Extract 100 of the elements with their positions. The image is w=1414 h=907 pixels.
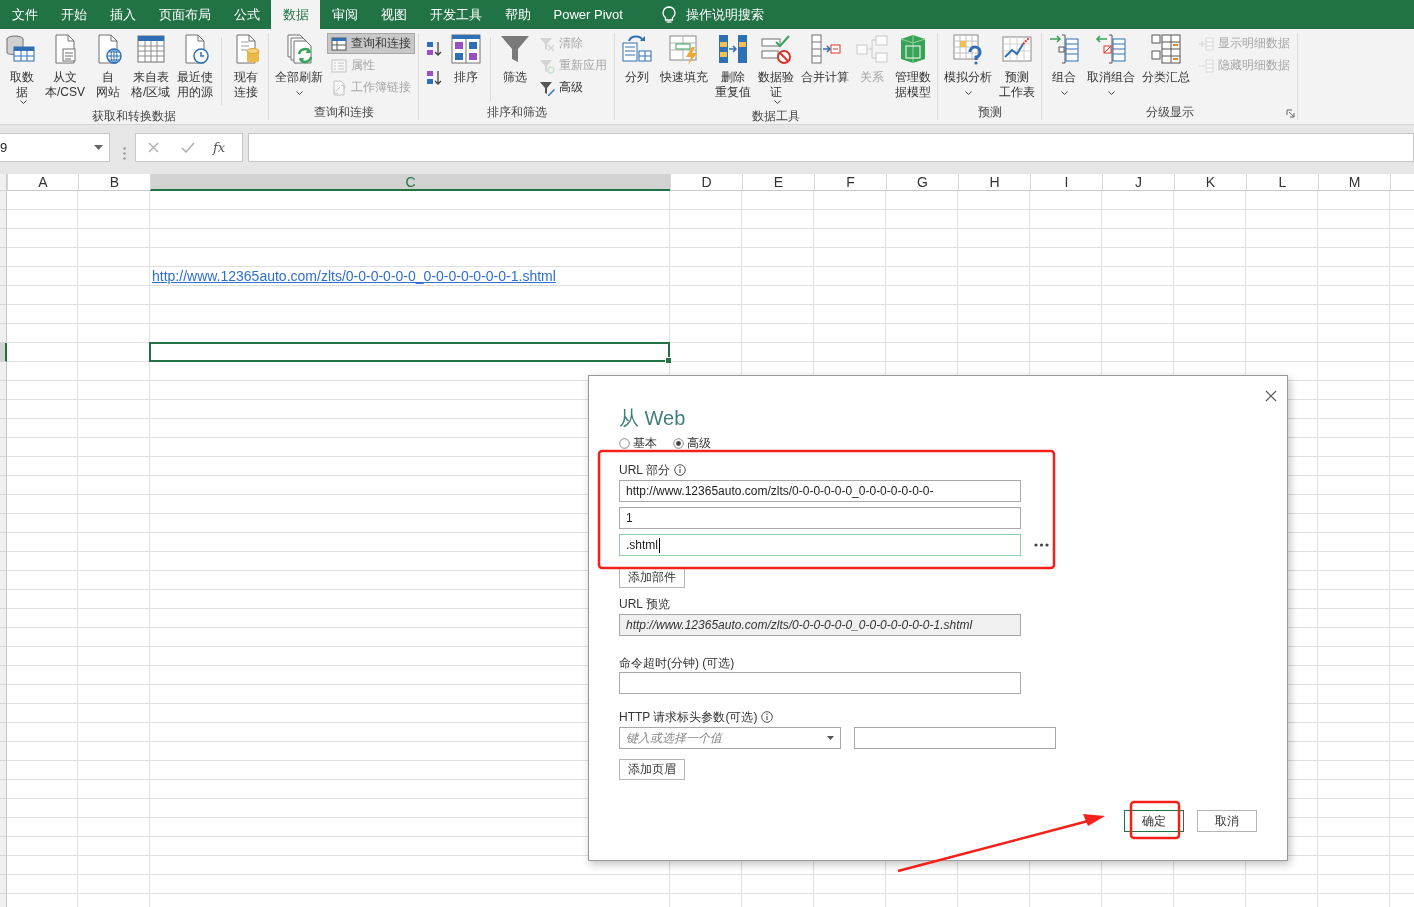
relationships-icon [856, 33, 889, 65]
info-icon [673, 464, 686, 476]
ribbon-button[interactable]: 最近使用的源 [174, 33, 217, 100]
url-part-field[interactable]: http://www.12365auto.com/zlts/0-0-0-0-0-0_0-0-0-0-0-0-0- [619, 480, 1021, 502]
group-label: 数据工具 [752, 109, 801, 124]
add-part-button[interactable]: 添加部件 [619, 567, 685, 588]
ribbon-button[interactable]: 自网站 [89, 33, 127, 100]
selected-cell[interactable] [149, 342, 670, 362]
dropdown-caret-icon [827, 736, 834, 740]
ribbon-button[interactable]: 分列 [618, 33, 657, 85]
sort-icon [450, 33, 483, 65]
ribbon-tab[interactable]: 公式 [222, 0, 271, 29]
column-header[interactable]: L [1246, 174, 1318, 191]
column-header[interactable]: F [814, 174, 886, 191]
ribbon-button[interactable]: 现有连接 [227, 33, 266, 100]
ribbon-button[interactable]: 全部刷新 [272, 33, 327, 95]
ribbon-tab[interactable]: 审阅 [320, 0, 369, 29]
column-header[interactable]: G [886, 174, 958, 191]
close-icon[interactable] [1265, 390, 1277, 402]
lightbulb-icon [662, 5, 677, 24]
check-icon[interactable] [181, 142, 195, 153]
ribbon-button[interactable]: 预测工作表 [996, 33, 1039, 100]
group-label: 查询和连接 [313, 105, 374, 120]
ungroup-icon [1095, 33, 1128, 65]
ribbon-tab[interactable]: Power Pivot [542, 0, 635, 29]
ribbon-button[interactable]: 合并计算 [798, 33, 853, 85]
ribbon-button[interactable]: 查询和连接 [327, 33, 416, 54]
column-header[interactable]: C [150, 174, 670, 191]
ribbon-button[interactable]: 分类汇总 [1139, 33, 1194, 85]
dialog-launcher-icon[interactable] [1286, 109, 1296, 118]
ribbon-button[interactable]: 快速填充 [657, 33, 712, 85]
ribbon-button[interactable]: 模拟分析 [941, 33, 996, 95]
ribbon-button[interactable]: 删除重复值 [712, 33, 755, 100]
name-box[interactable]: 9 [0, 133, 110, 162]
formula-field[interactable] [248, 133, 1414, 162]
ribbon-tab[interactable]: 文件 [0, 0, 49, 29]
sort-descending-icon [426, 69, 443, 86]
more-options-icon[interactable] [1034, 543, 1049, 547]
row-header[interactable] [0, 343, 7, 362]
column-header[interactable]: I [1030, 174, 1102, 191]
column-header[interactable]: M [1318, 174, 1390, 191]
clear-filter-icon [539, 35, 556, 52]
timeout-field[interactable] [619, 672, 1021, 694]
ribbon-button[interactable]: 排序 [447, 33, 486, 85]
ribbon-button[interactable]: 筛选 [496, 33, 535, 85]
remove-duplicates-icon [717, 33, 750, 65]
cancel-button[interactable]: 取消 [1197, 810, 1257, 832]
show-detail-icon [1198, 35, 1215, 52]
ribbon-button[interactable]: 数据验证 [755, 33, 798, 109]
ribbon-tab[interactable]: 页面布局 [147, 0, 222, 29]
ribbon-button[interactable]: 来自表格/区域 [128, 33, 174, 100]
reapply-filter-icon [539, 57, 556, 74]
ribbon-tab[interactable]: 视图 [369, 0, 418, 29]
column-header[interactable]: K [1174, 174, 1246, 191]
subtotal-icon [1150, 33, 1183, 65]
highlight-frame [1129, 800, 1181, 840]
dialog-title: 从 Web [619, 406, 687, 430]
add-header-button[interactable]: 添加页眉 [619, 759, 685, 780]
advanced-filter-icon [539, 79, 556, 96]
column-header[interactable]: B [78, 174, 150, 191]
ok-button[interactable]: 确定 [1124, 810, 1184, 832]
url-preview-field: http://www.12365auto.com/zlts/0-0-0-0-0-0_0-0-0-0-0-0-0-1.shtml [619, 614, 1021, 636]
ribbon-button[interactable]: 取数据 [3, 33, 41, 109]
drag-handle-icon [123, 147, 126, 160]
ribbon-button[interactable]: 高级 [535, 77, 612, 98]
ribbon-button[interactable]: 组合 [1045, 33, 1084, 95]
url-part-field[interactable]: .shtml [619, 534, 1021, 556]
tell-me-search-field[interactable]: 操作说明搜索 [686, 7, 797, 22]
ribbon-tab[interactable]: 插入 [98, 0, 147, 29]
radio-option[interactable]: 基本 [619, 435, 657, 452]
ribbon-tab[interactable]: 开始 [49, 0, 98, 29]
column-header[interactable]: H [958, 174, 1030, 191]
group-label: 获取和转换数据 [92, 109, 177, 124]
consolidate-icon [809, 33, 842, 65]
header-value-field[interactable] [854, 727, 1056, 749]
table-window-icon [331, 35, 348, 52]
hyperlink[interactable]: http://www.12365auto.com/zlts/0-0-0-0-0-0_0-0-0-0-0-0-0-1.shtml [152, 268, 556, 285]
ribbon-tab[interactable]: 帮助 [493, 0, 542, 29]
dropdown-caret-icon [94, 145, 103, 150]
ribbon-button[interactable]: 从文本/CSV [42, 33, 88, 100]
cancel-icon[interactable] [148, 142, 159, 153]
list-icon [331, 57, 348, 74]
ribbon-button[interactable]: 管理数据模型 [892, 33, 935, 100]
column-header[interactable]: E [742, 174, 814, 191]
column-header[interactable]: A [7, 174, 78, 191]
insert-function-button[interactable]: fx [213, 140, 226, 155]
forecast-sheet-icon [1001, 33, 1034, 65]
radio-option[interactable]: 高级 [673, 435, 711, 452]
select-all-corner[interactable] [0, 174, 7, 191]
link-document-icon [331, 79, 348, 96]
group-label: 分级显示 [1145, 105, 1194, 120]
ribbon-tab[interactable]: 数据 [271, 0, 320, 29]
ribbon-button[interactable]: 取消组合 [1084, 33, 1139, 95]
url-part-field[interactable]: 1 [619, 507, 1021, 529]
ribbon-tab[interactable]: 开发工具 [418, 0, 493, 29]
header-name-combobox[interactable]: 键入或选择一个值 [619, 727, 841, 749]
fill-handle[interactable] [665, 357, 672, 364]
column-header[interactable] [1390, 174, 1414, 191]
column-header[interactable]: D [670, 174, 742, 191]
column-header[interactable]: J [1102, 174, 1174, 191]
